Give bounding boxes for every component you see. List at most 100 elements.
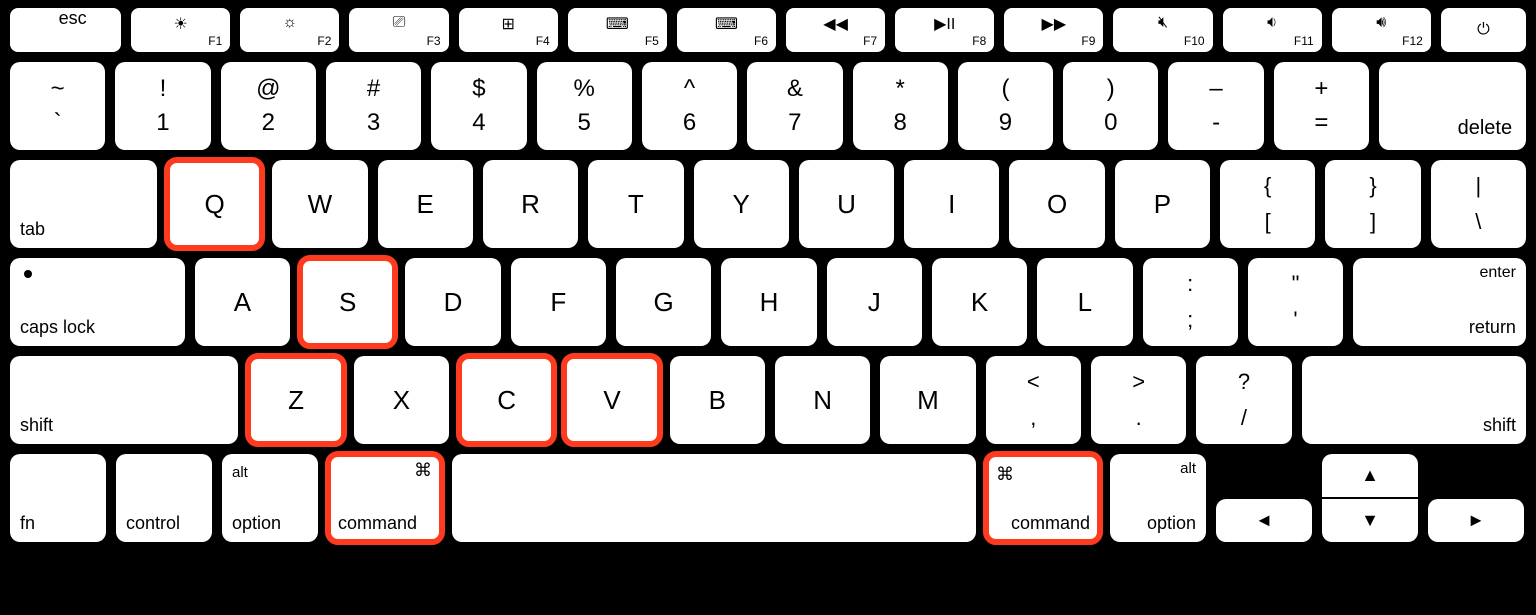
letter: Q [204,189,224,220]
key-punct-q1[interactable]: }] [1325,160,1420,248]
shift-row: shift ZXCV B NM<,>.?/ shift [10,356,1526,444]
key-tab[interactable]: tab [10,160,157,248]
key-punct-s1[interactable]: >. [1091,356,1186,444]
key-j[interactable]: J [827,258,922,346]
key-4[interactable]: $4 [431,62,526,150]
key-esc[interactable]: esc [10,8,121,52]
key-fn[interactable]: fn [10,454,106,542]
key-k[interactable]: K [932,258,1027,346]
key-arrow-down[interactable]: ▼ [1322,499,1418,542]
key-f6[interactable]: ⌨︎F6 [677,8,776,52]
key-f10[interactable]: 🔇︎F10 [1113,8,1212,52]
key-y[interactable]: Y [694,160,789,248]
key-option-left[interactable]: alt option [222,454,318,542]
key-option-right[interactable]: alt option [1110,454,1206,542]
key-=[interactable]: += [1274,62,1369,150]
mac-keyboard: esc ☀︎F1☼F2⎚F3⊞F4⌨︎F5⌨︎F6◀◀F7▶IIF8▶▶F9🔇︎… [10,8,1526,542]
key-control[interactable]: control [116,454,212,542]
key-punct-s0[interactable]: <, [986,356,1081,444]
key-0[interactable]: )0 [1063,62,1158,150]
key-delete[interactable]: delete [1379,62,1526,150]
brightness-down-icon: ☀︎ [131,14,230,34]
key-2[interactable]: @2 [221,62,316,150]
arrow-cluster: ◄ ▲ ▼ ► [1216,454,1524,542]
key-s[interactable]: S [300,258,395,346]
key-power[interactable]: ⏻ [1441,8,1526,52]
key-b[interactable]: B [670,356,765,444]
key-arrow-right[interactable]: ► [1428,499,1524,542]
key-f3[interactable]: ⎚F3 [349,8,448,52]
key-v[interactable]: V [564,356,659,444]
key-arrow-left[interactable]: ◄ [1216,499,1312,542]
letter: B [709,385,726,416]
fn-label: F12 [1402,34,1423,48]
key-h[interactable]: H [721,258,816,346]
key-7[interactable]: &7 [747,62,842,150]
key-top: | [1475,175,1481,197]
key-bottom: = [1314,111,1328,135]
command-icon: ⌘ [414,460,432,481]
key-e[interactable]: E [378,160,473,248]
key-f12[interactable]: 🔊︎F12 [1332,8,1431,52]
key-return[interactable]: enter return [1353,258,1526,346]
key-6[interactable]: ^6 [642,62,737,150]
key-8[interactable]: *8 [853,62,948,150]
key-arrow-up[interactable]: ▲ [1322,454,1418,499]
key-q[interactable]: Q [167,160,262,248]
key-a[interactable]: A [195,258,290,346]
key-p[interactable]: P [1115,160,1210,248]
key-punct-h0[interactable]: :; [1143,258,1238,346]
key-i[interactable]: I [904,160,999,248]
key-x[interactable]: X [354,356,449,444]
fn-label: F5 [645,34,659,48]
key-o[interactable]: O [1009,160,1104,248]
key-punct-h1[interactable]: "' [1248,258,1343,346]
key-f1[interactable]: ☀︎F1 [131,8,230,52]
letter: S [339,287,356,318]
key-top: ! [160,77,167,101]
key-top: ? [1238,371,1250,393]
key-shift-left[interactable]: shift [10,356,238,444]
key-m[interactable]: M [880,356,975,444]
key-command-right[interactable]: ⌘ command [986,454,1100,542]
key-u[interactable]: U [799,160,894,248]
power-icon: ⏻ [1477,21,1490,39]
key-bottom: 4 [472,111,485,135]
key-f[interactable]: F [511,258,606,346]
key-punct-q0[interactable]: {[ [1220,160,1315,248]
esc-label: esc [59,8,87,29]
key-bottom: 9 [999,111,1012,135]
key-bottom: 5 [578,111,591,135]
key-w[interactable]: W [272,160,367,248]
letter: P [1154,189,1171,220]
key-f9[interactable]: ▶▶F9 [1004,8,1103,52]
key-c[interactable]: C [459,356,554,444]
key-f4[interactable]: ⊞F4 [459,8,558,52]
key-l[interactable]: L [1037,258,1132,346]
key-f7[interactable]: ◀◀F7 [786,8,885,52]
key-f11[interactable]: 🔉︎F11 [1223,8,1322,52]
key-1[interactable]: !1 [115,62,210,150]
key-3[interactable]: #3 [326,62,421,150]
key-command-left[interactable]: ⌘ command [328,454,442,542]
tilde-bottom: ` [54,111,62,135]
key-punct-s2[interactable]: ?/ [1196,356,1291,444]
key-t[interactable]: T [588,160,683,248]
key-f5[interactable]: ⌨︎F5 [568,8,667,52]
key-tilde[interactable]: ~ ` [10,62,105,150]
key-spacebar[interactable] [452,454,976,542]
key-9[interactable]: (9 [958,62,1053,150]
key-r[interactable]: R [483,160,578,248]
fn-label: F8 [972,34,986,48]
key-capslock[interactable]: caps lock [10,258,185,346]
key-g[interactable]: G [616,258,711,346]
key-punct-q2[interactable]: |\ [1431,160,1526,248]
key-f8[interactable]: ▶IIF8 [895,8,994,52]
key-f2[interactable]: ☼F2 [240,8,339,52]
key-z[interactable]: Z [248,356,343,444]
key-shift-right[interactable]: shift [1302,356,1526,444]
key--[interactable]: –- [1168,62,1263,150]
key-n[interactable]: N [775,356,870,444]
key-d[interactable]: D [405,258,500,346]
key-5[interactable]: %5 [537,62,632,150]
